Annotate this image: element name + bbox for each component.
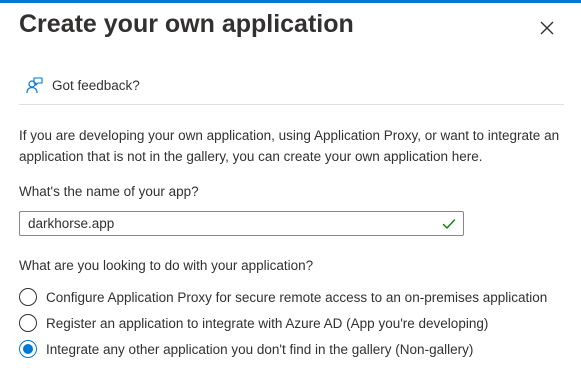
feedback-link[interactable]: Got feedback? [25,76,140,95]
panel-title: Create your own application [19,10,354,38]
close-button[interactable] [536,17,558,39]
radio-register-app[interactable] [19,314,37,332]
radio-app-proxy[interactable] [19,288,37,306]
app-name-input[interactable]: darkhorse.app [19,211,464,236]
app-name-value[interactable]: darkhorse.app [20,216,441,231]
panel-top-accent [0,0,581,3]
close-icon[interactable] [540,21,554,35]
option-register-app-label[interactable]: Register an application to integrate wit… [46,316,488,331]
option-app-proxy-label[interactable]: Configure Application Proxy for secure r… [46,290,547,305]
purpose-radio-group: Configure Application Proxy for secure r… [19,284,547,362]
option-app-proxy[interactable]: Configure Application Proxy for secure r… [19,284,547,310]
feedback-person-icon [25,76,44,95]
checkmark-icon [441,216,457,232]
option-non-gallery-label[interactable]: Integrate any other application you don'… [46,342,473,357]
description-text: If you are developing your own applicati… [19,128,560,164]
option-register-app[interactable]: Register an application to integrate wit… [19,310,547,336]
purpose-label: What are you looking to do with your app… [19,258,314,273]
option-non-gallery[interactable]: Integrate any other application you don'… [19,336,547,362]
feedback-label[interactable]: Got feedback? [52,78,140,93]
header-divider [19,104,564,105]
app-name-label: What's the name of your app? [19,184,199,199]
radio-non-gallery[interactable] [19,340,37,358]
